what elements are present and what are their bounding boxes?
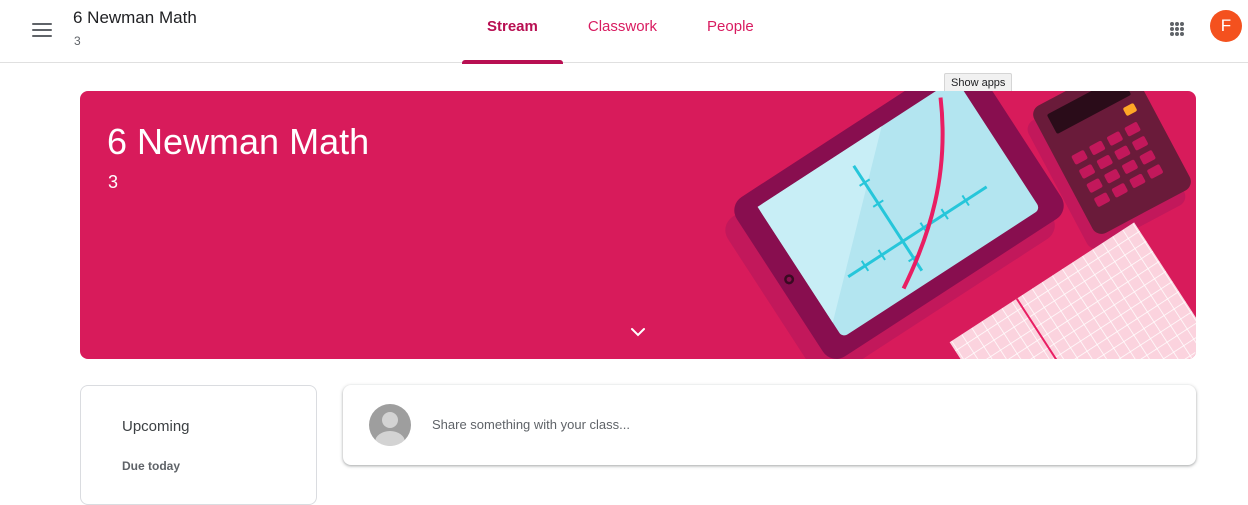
header-class-section: 3	[74, 34, 81, 48]
user-avatar	[369, 404, 411, 446]
main-menu-button[interactable]	[22, 14, 62, 44]
chevron-down-icon	[631, 328, 645, 337]
apps-grid-icon	[1170, 22, 1184, 36]
banner-class-section: 3	[108, 172, 119, 192]
header-class-title[interactable]: 6 Newman Math	[73, 8, 197, 28]
hamburger-icon-line	[32, 29, 52, 31]
default-user-icon	[375, 412, 405, 446]
expand-details-button[interactable]	[623, 317, 653, 347]
account-avatar[interactable]: F	[1210, 10, 1242, 42]
tab-classwork[interactable]: Classwork	[563, 0, 682, 63]
hamburger-icon-line	[32, 23, 52, 25]
hamburger-icon-line	[32, 35, 52, 37]
due-today-text: Due today	[122, 459, 181, 473]
banner-class-title: 6 Newman Math	[107, 121, 370, 162]
show-apps-tooltip: Show apps	[944, 73, 1013, 93]
tab-people[interactable]: People	[682, 0, 779, 63]
class-tabs: Stream Classwork People	[462, 0, 779, 64]
top-app-bar: 6 Newman Math 3 Stream Classwork People …	[0, 0, 1248, 64]
tab-stream[interactable]: Stream	[462, 0, 563, 64]
upcoming-card: Upcoming Due today	[80, 385, 317, 505]
class-banner: 6 Newman Math 3	[80, 91, 1196, 359]
share-with-class-box[interactable]: Share something with your class...	[343, 385, 1196, 465]
upcoming-title: Upcoming	[122, 418, 190, 435]
google-apps-button[interactable]	[1160, 12, 1196, 48]
share-prompt-text: Share something with your class...	[432, 417, 630, 432]
